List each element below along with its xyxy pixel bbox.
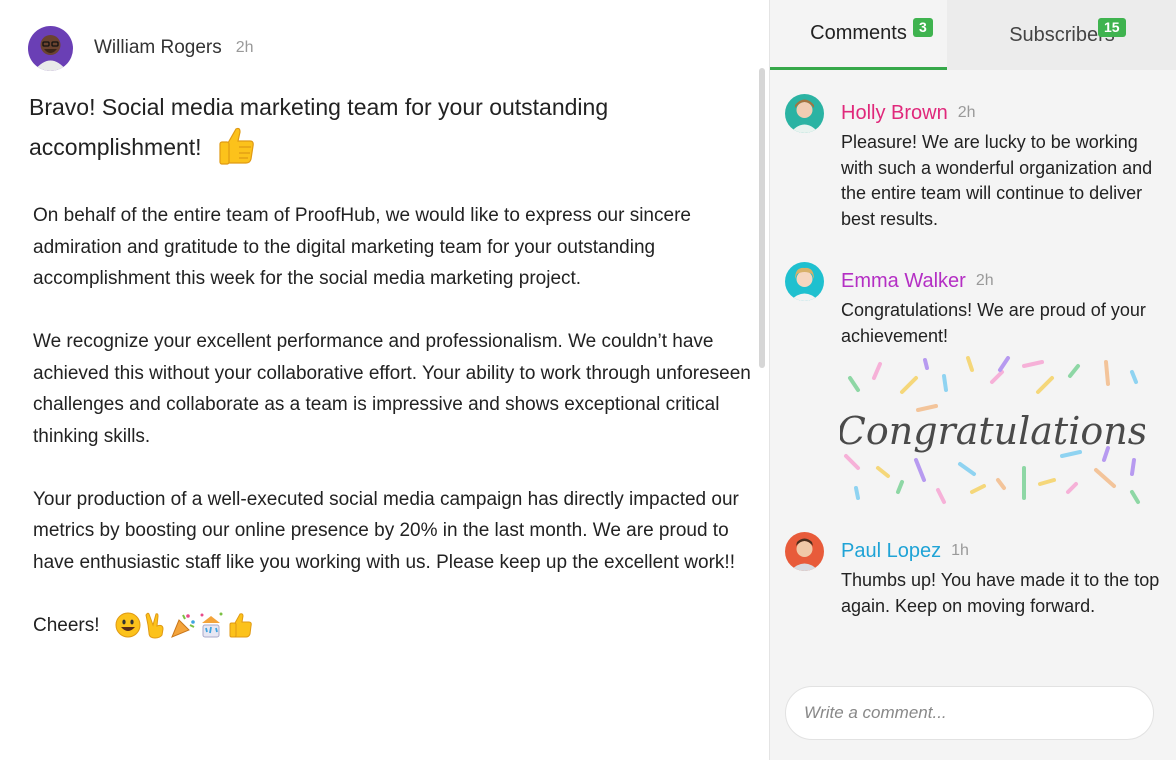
comments-count-badge: 3 <box>913 18 933 37</box>
post-paragraph-2: We recognize your excellent performance … <box>33 331 751 447</box>
comment-input-wrapper <box>785 686 1154 740</box>
commenter-avatar[interactable] <box>785 261 824 301</box>
comment-text: Pleasure! We are lucky to be working wit… <box>841 132 1153 229</box>
commenter-name[interactable]: Emma Walker <box>841 270 966 293</box>
post-title-text: Bravo! Social media marketing team for y… <box>29 94 609 161</box>
comment-time: 2h <box>957 104 976 121</box>
emoji-row <box>114 611 254 639</box>
post-body: On behalf of the entire team of ProofHub… <box>33 200 753 641</box>
author-avatar[interactable] <box>28 25 73 71</box>
thumbs-up-icon <box>229 613 252 638</box>
congratulations-image-text: Congratulations <box>840 409 1145 453</box>
commenter-avatar[interactable] <box>785 93 824 133</box>
commenter-name[interactable]: Paul Lopez <box>841 540 941 563</box>
post-paragraph-1: On behalf of the entire team of ProofHub… <box>33 205 691 289</box>
grinning-face-icon <box>115 612 141 638</box>
post-title: Bravo! Social media marketing team for y… <box>29 88 729 171</box>
party-popper-icon <box>170 614 195 639</box>
subscribers-count-badge: 15 <box>1098 18 1126 37</box>
comment-item: Emma Walker 2h Congratulations! We are p… <box>785 261 1165 349</box>
post-scrollbar-thumb[interactable] <box>759 68 765 368</box>
signoff-row: Cheers! <box>33 610 753 642</box>
comment-input[interactable] <box>786 687 1153 739</box>
post-time: 2h <box>235 39 254 56</box>
commenter-avatar[interactable] <box>785 531 824 571</box>
comment-time: 2h <box>975 272 994 289</box>
victory-hand-icon <box>145 612 164 639</box>
comment-text: Congratulations! We are proud of your ac… <box>841 300 1146 346</box>
tab-comments-label: Comments <box>810 22 907 44</box>
confetti-icon <box>200 612 223 638</box>
post: William Rogers 2h Bravo! Social media ma… <box>0 0 760 760</box>
panel-tabs: Comments 3 Subscribers 15 <box>770 0 1176 70</box>
thumbs-up-icon <box>214 123 258 167</box>
comment-item: Paul Lopez 1h Thumbs up! You have made i… <box>785 531 1165 619</box>
signoff-text: Cheers! <box>33 614 100 636</box>
comment-time: 1h <box>951 542 969 559</box>
post-paragraph-3: Your production of a well-executed socia… <box>33 488 739 573</box>
author-name[interactable]: William Rogers <box>94 37 222 59</box>
congratulations-image[interactable]: Congratulations <box>840 356 1145 506</box>
comment-item: Holly Brown 2h Pleasure! We are lucky to… <box>785 93 1165 232</box>
tab-subscribers[interactable]: Subscribers 15 <box>947 0 1176 70</box>
comment-text: Thumbs up! You have made it to the top a… <box>841 570 1160 616</box>
post-author: William Rogers 2h <box>28 25 254 71</box>
tab-comments[interactable]: Comments 3 <box>770 0 947 70</box>
commenter-name[interactable]: Holly Brown <box>841 102 948 125</box>
